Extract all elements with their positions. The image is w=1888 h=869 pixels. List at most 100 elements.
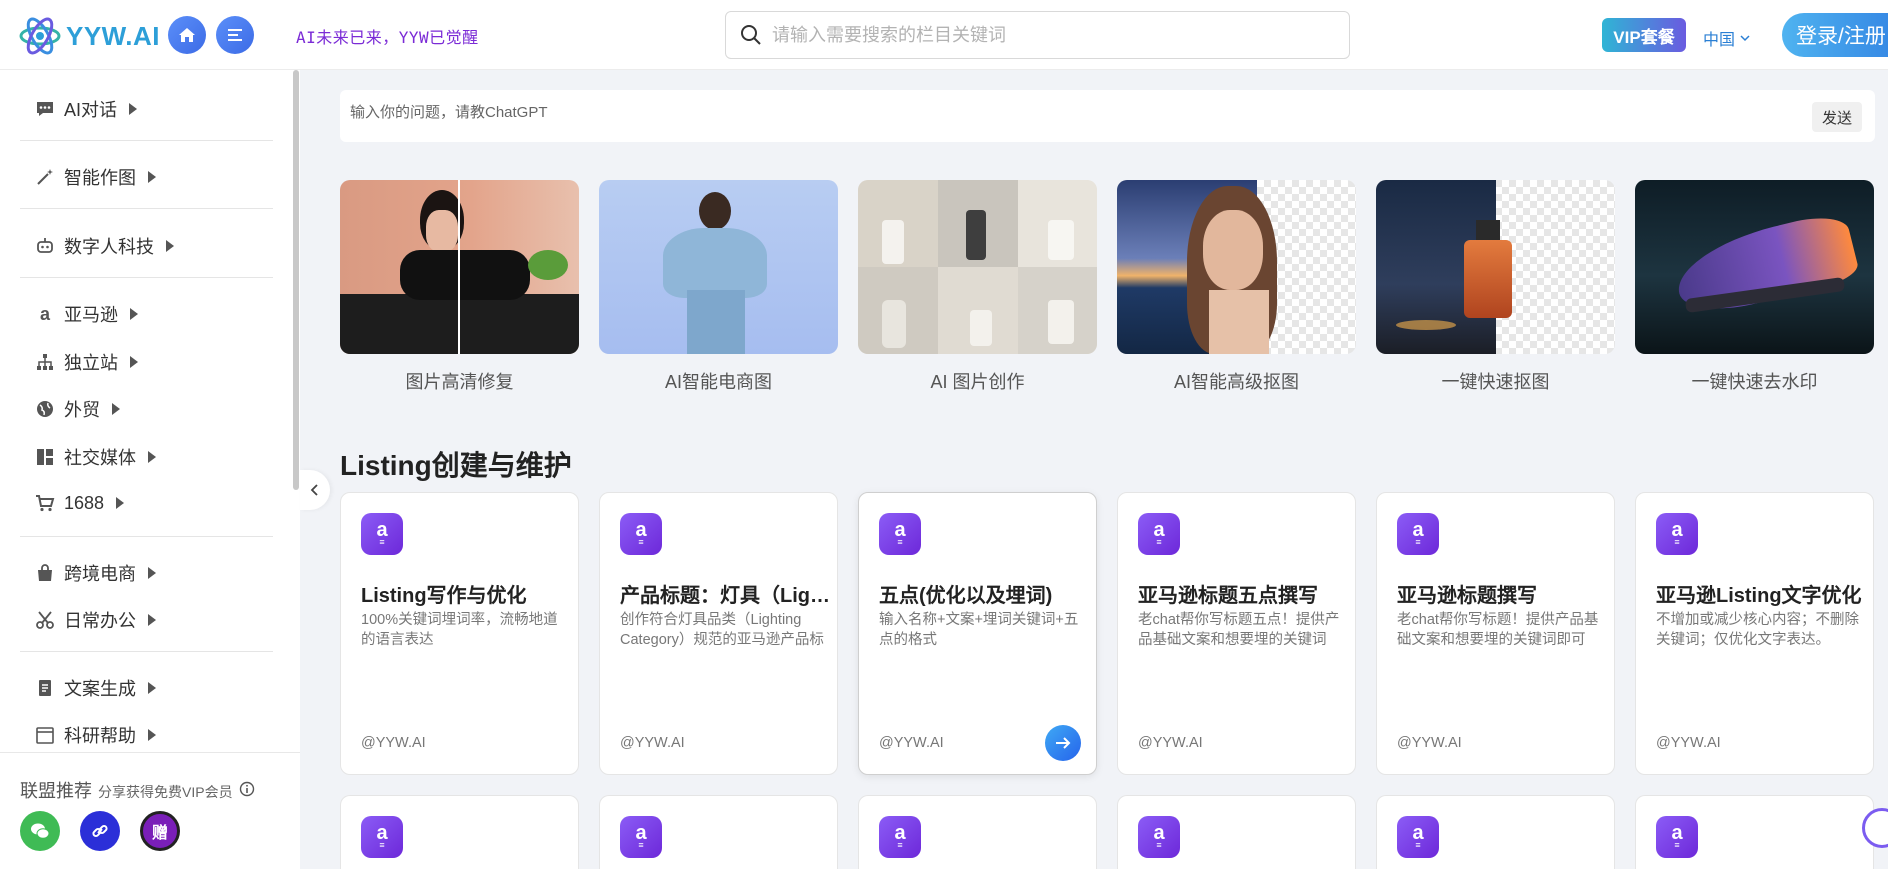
open-card-button[interactable] xyxy=(1045,725,1081,761)
assistant-card[interactable]: a≡ 产品标题：灯具（Lighting Category） 创作符合灯具品类（L… xyxy=(599,492,838,775)
card-description: 不增加或减少核心内容；不删除关键词；仅优化文字表达。 xyxy=(1656,612,1859,648)
affiliate-subtitle: 分享获得免费VIP会员 xyxy=(98,784,233,800)
amazon-app-icon: a ≡ xyxy=(620,513,662,555)
tool-thumbnail xyxy=(858,180,1097,354)
card-title: 五点(优化以及埋词) xyxy=(879,585,1053,607)
tool-thumbnail xyxy=(1117,180,1356,354)
amazon-app-icon: a ≡ xyxy=(1656,816,1698,858)
amazon-app-icon: a ≡ xyxy=(1397,513,1439,555)
card-description: 100%关键词埋词率，流畅地道的语言表达 xyxy=(361,612,558,648)
logo[interactable]: YYW.AI xyxy=(18,14,160,58)
sidebar-item-image-gen[interactable]: 智能作图 xyxy=(34,164,156,190)
sidebar-item-label: 外贸 xyxy=(64,400,100,420)
info-icon[interactable] xyxy=(239,781,255,797)
send-button[interactable]: 发送 xyxy=(1812,102,1862,132)
magic-wand-icon xyxy=(34,166,56,188)
cart-icon xyxy=(34,492,56,514)
sidebar-item-ai-chat[interactable]: AI对话 xyxy=(34,96,138,122)
assistant-card[interactable]: a ≡ xyxy=(1376,795,1615,869)
affiliate-title: 联盟推荐 分享获得免费VIP会员 xyxy=(20,777,255,803)
tool-card[interactable]: 图片高清修复 xyxy=(340,180,579,394)
assistant-card[interactable]: a ≡ xyxy=(1635,795,1874,869)
assistant-card[interactable]: a ≡ xyxy=(599,795,838,869)
sidebar-item-cross-border[interactable]: 跨境电商 xyxy=(34,560,156,586)
sidebar-item-research[interactable]: 科研帮助 xyxy=(34,722,156,748)
home-icon xyxy=(179,28,195,42)
robot-icon xyxy=(34,235,56,257)
sidebar-item-1688[interactable]: 1688 xyxy=(34,492,125,514)
card-description: 输入名称+文案+埋词关键词+五点的格式 xyxy=(879,612,1079,648)
assistant-card[interactable]: a ≡ 亚马逊标题五点撰写 老chat帮你写标题五点！提供产品基础文案和想要埋的关… xyxy=(1117,492,1356,775)
link-icon xyxy=(92,824,108,838)
caret-right-icon xyxy=(148,451,156,463)
assistant-card[interactable]: a ≡ xyxy=(858,795,1097,869)
amazon-app-icon: a ≡ xyxy=(1397,816,1439,858)
sidebar-item-foreign-trade[interactable]: 外贸 xyxy=(34,396,120,422)
affiliate-panel: 联盟推荐 分享获得免费VIP会员 赠 xyxy=(0,752,300,869)
tool-label: AI智能电商图 xyxy=(664,372,772,392)
card-author: @YYW.AI xyxy=(1656,735,1721,751)
home-button[interactable] xyxy=(168,16,206,54)
gift-share-button[interactable]: 赠 xyxy=(140,811,180,851)
sidebar-item-label: 智能作图 xyxy=(64,168,136,188)
vip-button[interactable]: VIP套餐 xyxy=(1602,18,1686,52)
caret-right-icon xyxy=(148,171,156,183)
globe-icon xyxy=(34,398,56,420)
tool-card[interactable]: 一键快速抠图 xyxy=(1376,180,1615,394)
tool-card[interactable]: 一键快速去水印 xyxy=(1635,180,1874,394)
search-box[interactable] xyxy=(725,11,1350,59)
amazon-app-icon: a ≡ xyxy=(361,816,403,858)
bag-icon xyxy=(34,562,56,584)
search-input[interactable] xyxy=(772,24,1332,46)
sitemap-icon xyxy=(34,351,56,373)
tool-thumbnail xyxy=(1376,180,1615,354)
sidebar-scrollbar[interactable] xyxy=(293,70,299,490)
card-title: 亚马逊Listing文字优化 xyxy=(1656,585,1862,607)
sidebar-item-independent-site[interactable]: 独立站 xyxy=(34,349,138,375)
link-share-button[interactable] xyxy=(80,811,120,851)
assistant-card[interactable]: a ≡ 五点(优化以及埋词) 输入名称+文案+埋词关键词+五点的格式 @YYW.A… xyxy=(858,492,1097,775)
amazon-app-icon: a ≡ xyxy=(1138,816,1180,858)
tool-card[interactable]: AI智能高级抠图 xyxy=(1117,180,1356,394)
sidebar-item-amazon[interactable]: a 亚马逊 xyxy=(34,301,138,327)
assistant-card[interactable]: a ≡ Listing写作与优化 100%关键词埋词率，流畅地道的语言表达 @YY… xyxy=(340,492,579,775)
atom-logo-icon xyxy=(19,17,61,55)
sidebar-item-office[interactable]: 日常办公 xyxy=(34,607,156,633)
affiliate-title-text: 联盟推荐 xyxy=(20,781,92,801)
calendar-icon xyxy=(34,724,56,746)
sidebar-item-copywriting[interactable]: 文案生成 xyxy=(34,675,156,701)
amazon-app-icon: a ≡ xyxy=(620,816,662,858)
assistant-card[interactable]: a ≡ xyxy=(1117,795,1356,869)
card-title: 产品标题：灯具（Lighting Category） xyxy=(620,585,830,607)
region-selector[interactable]: 中国 xyxy=(1703,26,1751,50)
sidebar-item-label: 文案生成 xyxy=(64,679,136,699)
tool-label: AI智能高级抠图 xyxy=(1173,372,1299,392)
tool-card[interactable]: AI智能电商图 xyxy=(599,180,838,394)
assistant-card[interactable]: a ≡ 亚马逊标题撰写 老chat帮你写标题！提供产品基础文案和想要埋的关键词即可… xyxy=(1376,492,1615,775)
sidebar-item-social-media[interactable]: 社交媒体 xyxy=(34,444,156,470)
grid-icon xyxy=(34,446,56,468)
login-button[interactable]: 登录/注册 xyxy=(1782,13,1888,57)
ask-input[interactable] xyxy=(350,104,1450,121)
caret-right-icon xyxy=(148,614,156,626)
tool-thumbnail xyxy=(599,180,838,354)
caret-right-icon xyxy=(148,729,156,741)
collapse-sidebar-button[interactable] xyxy=(300,470,330,510)
menu-button[interactable] xyxy=(216,16,254,54)
amazon-app-icon: a ≡ xyxy=(1656,513,1698,555)
caret-right-icon xyxy=(148,567,156,579)
amazon-app-icon: a ≡ xyxy=(879,816,921,858)
card-author: @YYW.AI xyxy=(361,735,426,751)
sidebar-item-digital-human[interactable]: 数字人科技 xyxy=(34,233,174,259)
tool-label: 一键快速去水印 xyxy=(1691,372,1818,392)
chatgpt-ask-bar xyxy=(340,90,1875,142)
sidebar-item-label: 日常办公 xyxy=(64,611,136,631)
tool-label: AI 图片创作 xyxy=(930,372,1025,392)
wechat-share-button[interactable] xyxy=(20,811,60,851)
assistant-card[interactable]: a ≡ 亚马逊Listing文字优化 不增加或减少核心内容；不删除关键词；仅优化文… xyxy=(1635,492,1874,775)
caret-right-icon xyxy=(130,308,138,320)
assistant-card[interactable]: a ≡ xyxy=(340,795,579,869)
tool-card[interactable]: AI 图片创作 xyxy=(858,180,1097,394)
arrow-right-icon xyxy=(1056,737,1071,749)
amazon-app-icon: a ≡ xyxy=(879,513,921,555)
